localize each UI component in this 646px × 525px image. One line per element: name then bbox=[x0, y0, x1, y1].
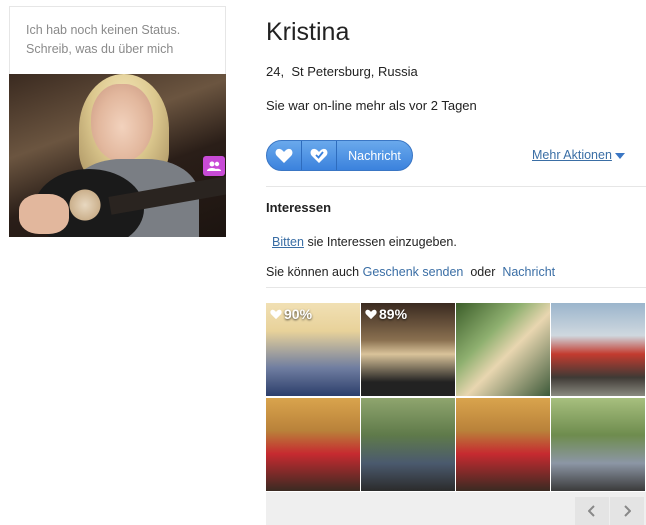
gallery-photo[interactable] bbox=[551, 398, 645, 491]
chevron-down-icon bbox=[614, 153, 625, 159]
friends-icon[interactable] bbox=[203, 156, 225, 176]
gallery-photo[interactable] bbox=[456, 398, 550, 491]
send-message-link[interactable]: Nachricht bbox=[502, 265, 555, 279]
gallery-prev-button[interactable] bbox=[575, 497, 609, 525]
chevron-left-icon bbox=[588, 505, 595, 517]
gallery-photo[interactable] bbox=[266, 398, 360, 491]
ask-interests-link[interactable]: Bitten bbox=[272, 235, 304, 249]
photo-guitar-hole bbox=[67, 187, 103, 223]
profile-name: Kristina bbox=[266, 18, 350, 46]
profile-photo[interactable] bbox=[9, 74, 226, 237]
gallery-next-button[interactable] bbox=[610, 497, 644, 525]
match-percent: 89% bbox=[379, 306, 408, 322]
interests-prompt: Bitten sie Interessen einzugeben. bbox=[272, 235, 457, 249]
heart-check-icon bbox=[310, 148, 328, 163]
status-placeholder[interactable]: Ich hab noch keinen Status. Schreib, was… bbox=[9, 6, 226, 74]
profile-location: 24, St Petersburg, Russia bbox=[266, 64, 418, 79]
gallery-photo[interactable] bbox=[456, 303, 550, 396]
more-actions-label: Mehr Aktionen bbox=[532, 148, 612, 162]
online-status: Sie war on-line mehr als vor 2 Tagen bbox=[266, 98, 477, 113]
gallery-photo[interactable]: 89% bbox=[361, 303, 455, 396]
interests-prompt-text: sie Interessen einzugeben. bbox=[307, 235, 457, 249]
heart-icon bbox=[270, 309, 282, 319]
message-button[interactable]: Nachricht bbox=[337, 141, 412, 170]
heart-icon bbox=[365, 309, 377, 319]
action-button-group: Nachricht bbox=[266, 140, 413, 171]
profile-age: 24, bbox=[266, 64, 285, 79]
section-divider bbox=[266, 186, 646, 187]
chevron-right-icon bbox=[624, 505, 631, 517]
heart-icon bbox=[275, 148, 293, 163]
gallery-divider bbox=[266, 287, 646, 288]
gift-line: Sie können auch Geschenk senden oder Nac… bbox=[266, 265, 555, 279]
gallery-photo[interactable]: 90% bbox=[266, 303, 360, 396]
gallery-photo[interactable] bbox=[361, 398, 455, 491]
send-gift-link[interactable]: Geschenk senden bbox=[363, 265, 464, 279]
photo-gallery: 90% 89% bbox=[266, 303, 646, 491]
like-button[interactable] bbox=[267, 141, 302, 170]
gift-prefix: Sie können auch bbox=[266, 265, 360, 279]
match-badge: 89% bbox=[365, 306, 407, 322]
more-actions-dropdown[interactable]: Mehr Aktionen bbox=[532, 148, 625, 162]
photo-face-shape bbox=[91, 84, 153, 162]
interests-title: Interessen bbox=[266, 200, 332, 215]
photo-arm-shape bbox=[19, 194, 69, 234]
match-badge: 90% bbox=[270, 306, 312, 322]
gift-or: oder bbox=[470, 265, 496, 279]
gallery-photo[interactable] bbox=[551, 303, 645, 396]
profile-city: St Petersburg, Russia bbox=[291, 64, 418, 79]
favorite-button[interactable] bbox=[302, 141, 337, 170]
match-percent: 90% bbox=[284, 306, 313, 322]
